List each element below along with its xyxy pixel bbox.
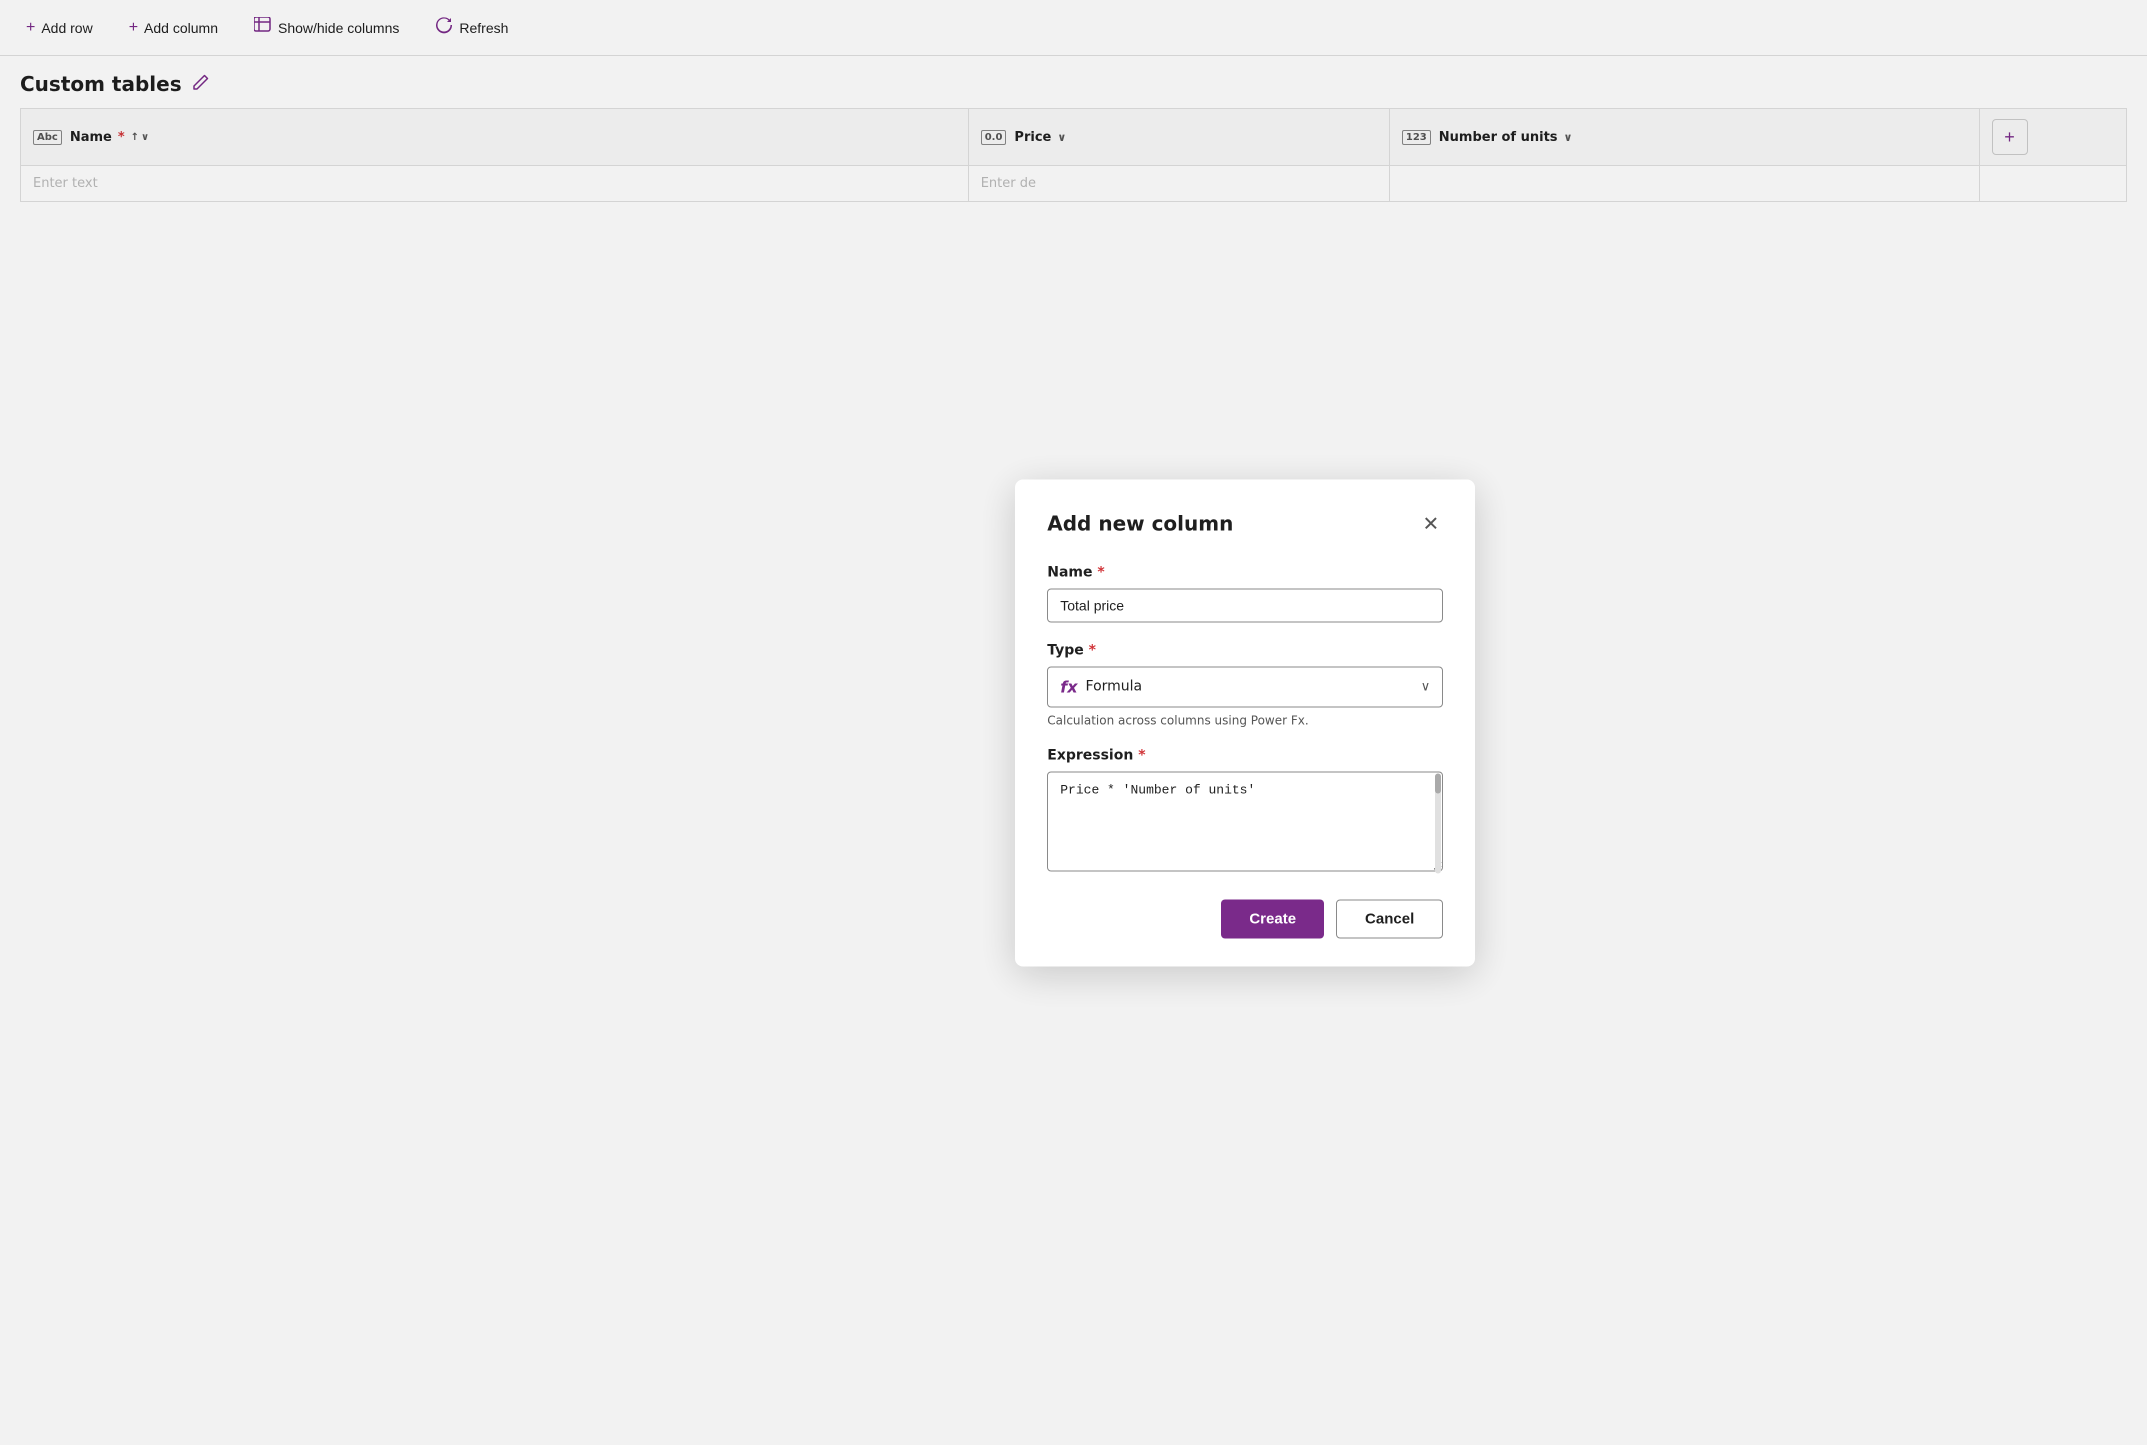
expr-required-star: * <box>1138 747 1145 763</box>
modal-close-button[interactable]: ✕ <box>1418 507 1443 540</box>
close-icon: ✕ <box>1422 513 1439 535</box>
modal-header: Add new column ✕ <box>1047 507 1443 540</box>
name-field-label: Name * <box>1047 564 1443 580</box>
name-field-group: Name * <box>1047 564 1443 622</box>
type-required-star: * <box>1089 642 1096 658</box>
formula-icon: fx <box>1060 677 1077 696</box>
expression-field-label: Expression * <box>1047 747 1443 763</box>
type-select[interactable]: fx Formula ∨ <box>1047 666 1443 707</box>
name-input[interactable] <box>1047 588 1443 622</box>
create-button[interactable]: Create <box>1221 899 1324 938</box>
cancel-button[interactable]: Cancel <box>1336 899 1443 938</box>
modal-footer: Create Cancel <box>1047 899 1443 938</box>
expression-textarea[interactable]: Price * 'Number of units' <box>1047 771 1443 871</box>
expression-textarea-wrapper: Price * 'Number of units' <box>1047 771 1443 875</box>
type-chevron-icon: ∨ <box>1421 679 1431 694</box>
add-column-modal: Add new column ✕ Name * Type * fx Formul… <box>1015 479 1475 966</box>
type-value-label: Formula <box>1086 679 1143 695</box>
name-required-star: * <box>1097 564 1104 580</box>
type-field-label: Type * <box>1047 642 1443 658</box>
formula-hint: Calculation across columns using Power F… <box>1047 713 1443 727</box>
type-field-group: Type * fx Formula ∨ Calculation across c… <box>1047 642 1443 727</box>
expression-field-group: Expression * Price * 'Number of units' <box>1047 747 1443 875</box>
modal-title: Add new column <box>1047 512 1233 536</box>
